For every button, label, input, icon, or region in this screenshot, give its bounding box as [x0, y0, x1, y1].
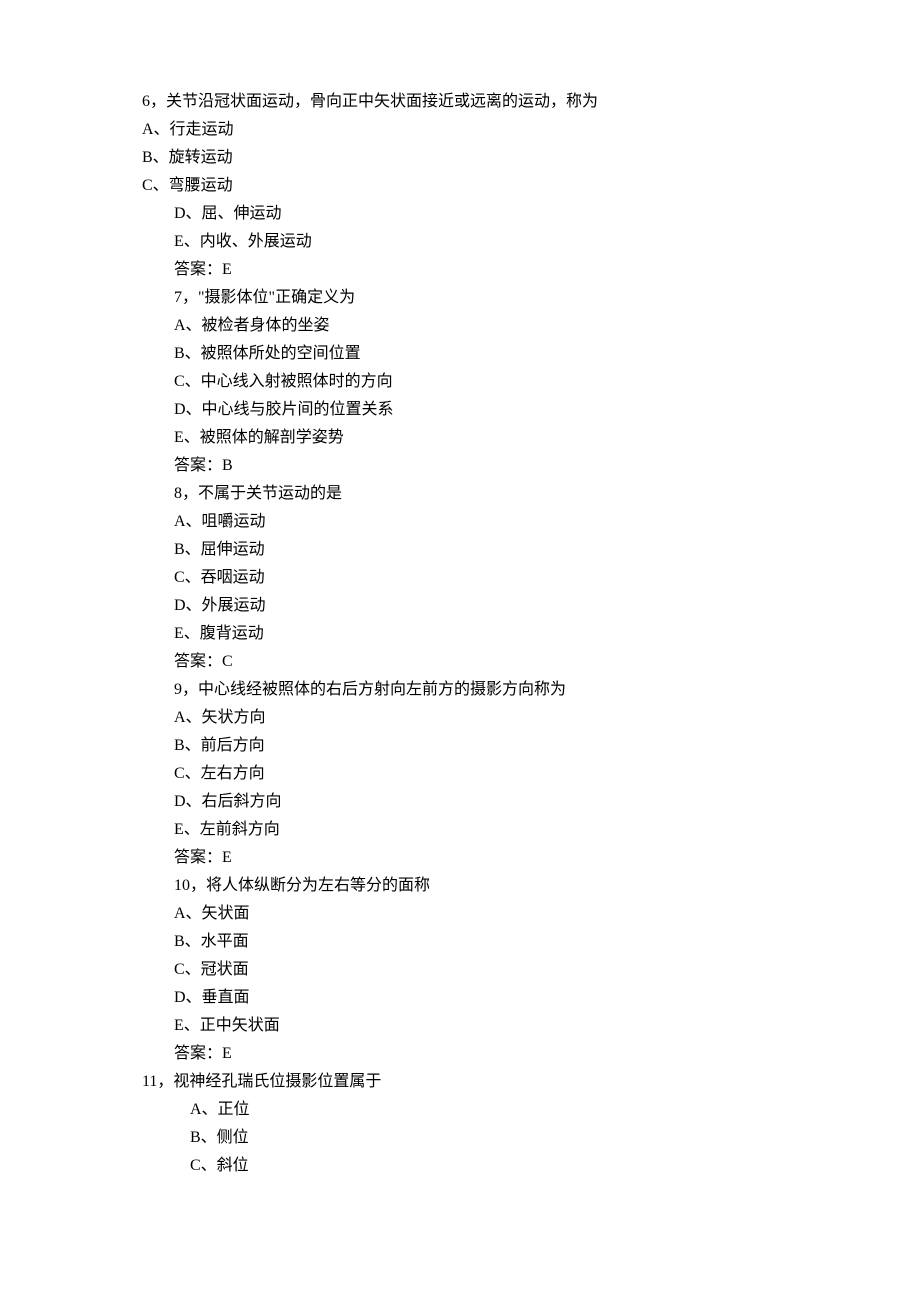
- text-line: C、中心线入射被照体时的方向: [0, 368, 920, 396]
- text-line: C、弯腰运动: [0, 172, 920, 200]
- text-line: 答案：E: [0, 256, 920, 284]
- text-line: A、被检者身体的坐姿: [0, 312, 920, 340]
- text-line: 8，不属于关节运动的是: [0, 480, 920, 508]
- text-line: D、屈、伸运动: [0, 200, 920, 228]
- text-line: 10，将人体纵断分为左右等分的面称: [0, 872, 920, 900]
- text-line: A、矢状面: [0, 900, 920, 928]
- text-line: A、矢状方向: [0, 704, 920, 732]
- text-line: D、垂直面: [0, 984, 920, 1012]
- text-line: B、旋转运动: [0, 144, 920, 172]
- text-line: D、中心线与胶片间的位置关系: [0, 396, 920, 424]
- text-line: 答案：E: [0, 1040, 920, 1068]
- text-line: 9，中心线经被照体的右后方射向左前方的摄影方向称为: [0, 676, 920, 704]
- text-line: 6，关节沿冠状面运动，骨向正中矢状面接近或远离的运动，称为: [0, 88, 920, 116]
- text-line: 11，视神经孔瑞氏位摄影位置属于: [0, 1068, 920, 1096]
- text-line: B、水平面: [0, 928, 920, 956]
- text-line: C、冠状面: [0, 956, 920, 984]
- text-line: E、腹背运动: [0, 620, 920, 648]
- text-line: D、外展运动: [0, 592, 920, 620]
- document-page: 6，关节沿冠状面运动，骨向正中矢状面接近或远离的运动，称为A、行走运动B、旋转运…: [0, 0, 920, 1180]
- text-line: B、前后方向: [0, 732, 920, 760]
- text-line: 答案：E: [0, 844, 920, 872]
- text-line: A、咀嚼运动: [0, 508, 920, 536]
- text-line: A、正位: [0, 1096, 920, 1124]
- text-line: A、行走运动: [0, 116, 920, 144]
- text-line: E、左前斜方向: [0, 816, 920, 844]
- text-line: 答案：C: [0, 648, 920, 676]
- text-line: B、被照体所处的空间位置: [0, 340, 920, 368]
- text-line: E、内收、外展运动: [0, 228, 920, 256]
- text-line: B、屈伸运动: [0, 536, 920, 564]
- text-line: C、吞咽运动: [0, 564, 920, 592]
- text-line: 答案：B: [0, 452, 920, 480]
- text-line: D、右后斜方向: [0, 788, 920, 816]
- text-line: 7，"摄影体位"正确定义为: [0, 284, 920, 312]
- text-line: C、斜位: [0, 1152, 920, 1180]
- text-line: E、正中矢状面: [0, 1012, 920, 1040]
- text-line: E、被照体的解剖学姿势: [0, 424, 920, 452]
- text-line: B、侧位: [0, 1124, 920, 1152]
- text-line: C、左右方向: [0, 760, 920, 788]
